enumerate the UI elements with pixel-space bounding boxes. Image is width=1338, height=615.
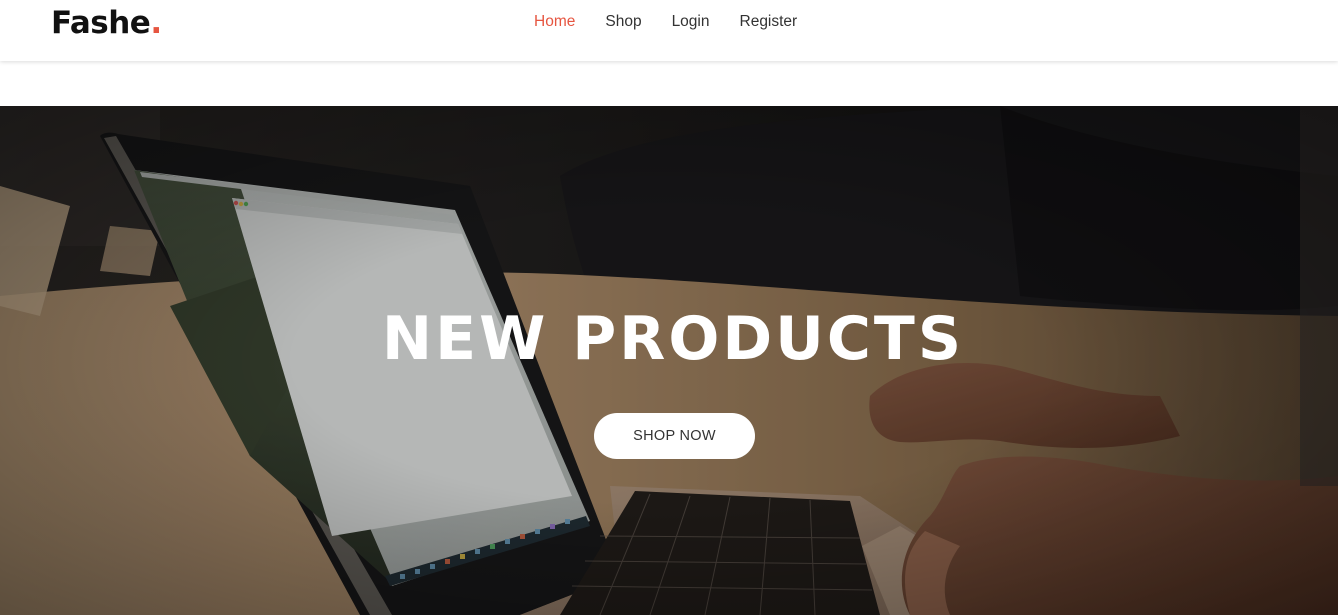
logo-dot: .: [150, 5, 162, 41]
site-header: Fashe. Home Shop Login Register: [0, 0, 1338, 61]
logo-text: Fashe: [51, 5, 151, 41]
site-logo[interactable]: Fashe.: [51, 4, 162, 42]
main-nav: Home Shop Login Register: [534, 11, 797, 33]
nav-link-home[interactable]: Home: [534, 11, 575, 33]
shop-now-button[interactable]: SHOP NOW: [594, 413, 755, 459]
nav-link-login[interactable]: Login: [672, 11, 710, 33]
hero-title: NEW PRODUCTS: [381, 304, 965, 374]
nav-link-shop[interactable]: Shop: [605, 11, 641, 33]
hero-slider: NEW PRODUCTS SHOP NOW: [0, 106, 1338, 615]
nav-link-register[interactable]: Register: [740, 11, 798, 33]
